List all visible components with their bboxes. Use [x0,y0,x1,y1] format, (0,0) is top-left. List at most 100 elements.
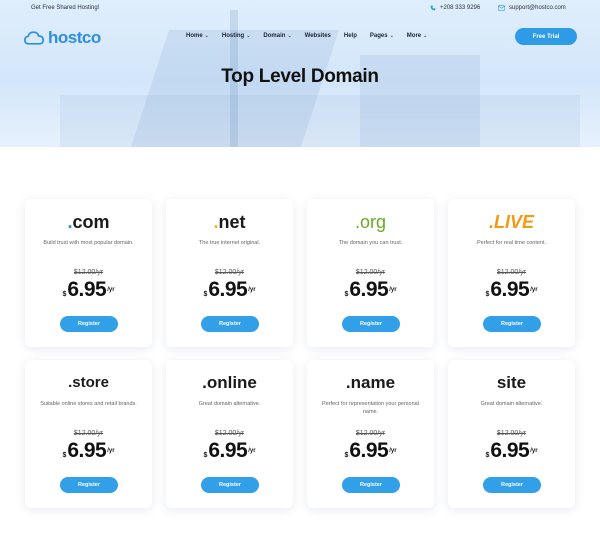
old-price: $12.00/yr [73,430,104,437]
register-button[interactable]: Register [483,477,541,493]
register-button[interactable]: Register [201,316,259,332]
price: $6.95/yr [166,440,293,462]
register-button[interactable]: Register [342,316,400,332]
domain-extension: .online [166,373,293,393]
price-amount: 6.95 [490,278,530,301]
nav-label: Home [186,33,203,39]
domain-description: Perfect for real time content. [476,240,547,246]
price: $6.95/yr [448,279,575,301]
currency: $ [203,291,208,298]
price-period: /yr [530,448,538,454]
price-period: /yr [530,287,538,293]
domain-description: Build trust with most popular domain. [43,240,134,246]
price-period: /yr [248,287,256,293]
currency: $ [62,291,67,298]
domain-description: Perfect for representation your personal… [322,401,419,415]
currency: $ [485,291,490,298]
chevron-down-icon: ⌄ [389,33,394,39]
domain-extension: .store [25,373,152,393]
main-nav: Home ⌄ Hosting ⌄ Domain ⌄ Websites Help Pag… [186,33,440,39]
domain-description: Suitable online stores and retail brands… [40,401,137,407]
price-amount: 6.95 [208,278,248,301]
price: $6.95/yr [448,440,575,462]
nav-label: Help [343,33,357,39]
tld-dot: . [67,212,73,232]
domain-card-online: .online Great domain alternative. $12.00… [166,360,293,508]
domain-card-org: .org The domain you can trust. $12.00/yr… [307,199,434,347]
price-period: /yr [107,448,115,454]
currency: $ [344,452,349,459]
tld-org: .org [354,212,387,232]
nav-label: More [406,33,422,39]
register-button[interactable]: Register [201,477,259,493]
price: $6.95/yr [25,279,152,301]
nav-item-websites[interactable]: Websites [305,33,331,39]
chevron-down-icon: ⌄ [423,33,428,39]
page-title: Top Level Domain [221,66,379,87]
cloud-icon [24,31,44,45]
price-period: /yr [248,448,256,454]
free-trial-button[interactable]: Free Trial [515,28,577,45]
currency: $ [62,452,67,459]
domain-description: The true internet original. [198,240,261,246]
tld-store: .store [68,374,109,391]
nav-label: Hosting [221,33,245,39]
nav-item-pages[interactable]: Pages ⌄ [370,33,394,39]
nav-label: Domain [263,33,286,39]
nav-label: Websites [304,33,331,39]
domain-extension: .com [25,212,152,232]
tld-name: .name [345,373,396,392]
domain-card-net: .net The true internet original. $12.00/… [166,199,293,347]
nav-item-help[interactable]: Help [344,33,357,39]
domain-description: The domain you can trust. [338,240,403,246]
promo-link[interactable]: Get Free Shared Hosting! [31,5,99,11]
domain-card-live: .LIVE Perfect for real time content. $12… [448,199,575,347]
price-amount: 6.95 [67,278,107,301]
price-amount: 6.95 [208,439,248,462]
domain-extension: .org [307,212,434,232]
domain-card-store: .store Suitable online stores and retail… [25,360,152,508]
currency: $ [203,452,208,459]
price-amount: 6.95 [67,439,107,462]
price: $6.95/yr [166,279,293,301]
domain-card-com: .com Build trust with most popular domai… [25,199,152,347]
logo-text: hostco [48,28,101,47]
tld-online: .online [202,373,257,392]
phone-icon [430,5,436,11]
price-amount: 6.95 [349,439,389,462]
site-logo[interactable]: hostco [24,28,101,48]
domain-card-site: site Great domain alternative. $12.00/yr… [448,360,575,508]
email-contact[interactable]: support@hostco.com [498,5,566,11]
currency: $ [344,291,349,298]
price: $6.95/yr [25,440,152,462]
price-amount: 6.95 [349,278,389,301]
old-price: $12.00/yr [214,430,245,437]
nav-item-hosting[interactable]: Hosting ⌄ [222,33,251,39]
domain-extension: .name [307,373,434,393]
tld-live: .LIVE [488,212,534,232]
old-price: $12.00/yr [355,430,386,437]
phone-contact[interactable]: +208 333 9296 [430,5,480,11]
old-price: $12.00/yr [496,430,527,437]
old-price: $12.00/yr [73,269,104,276]
currency: $ [485,452,490,459]
domain-card-name: .name Perfect for representation your pe… [307,360,434,508]
register-button[interactable]: Register [60,316,118,332]
top-bar: Get Free Shared Hosting! +208 333 9296 s… [0,0,600,18]
mail-icon [498,5,505,11]
register-button[interactable]: Register [483,316,541,332]
register-button[interactable]: Register [342,477,400,493]
register-button[interactable]: Register [60,477,118,493]
chevron-down-icon: ⌄ [204,33,209,39]
chevron-down-icon: ⌄ [246,33,251,39]
price: $6.95/yr [307,440,434,462]
phone-number: +208 333 9296 [440,5,481,11]
domain-description: Great domain alternative. [198,401,261,407]
email-address: support@hostco.com [509,5,566,11]
nav-item-home[interactable]: Home ⌄ [186,33,209,39]
nav-item-domain[interactable]: Domain ⌄ [263,33,291,39]
tld-dot: . [213,212,219,232]
domain-description: Great domain alternative. [480,401,543,407]
nav-item-more[interactable]: More ⌄ [407,33,428,39]
tld-net: .net [213,212,246,232]
